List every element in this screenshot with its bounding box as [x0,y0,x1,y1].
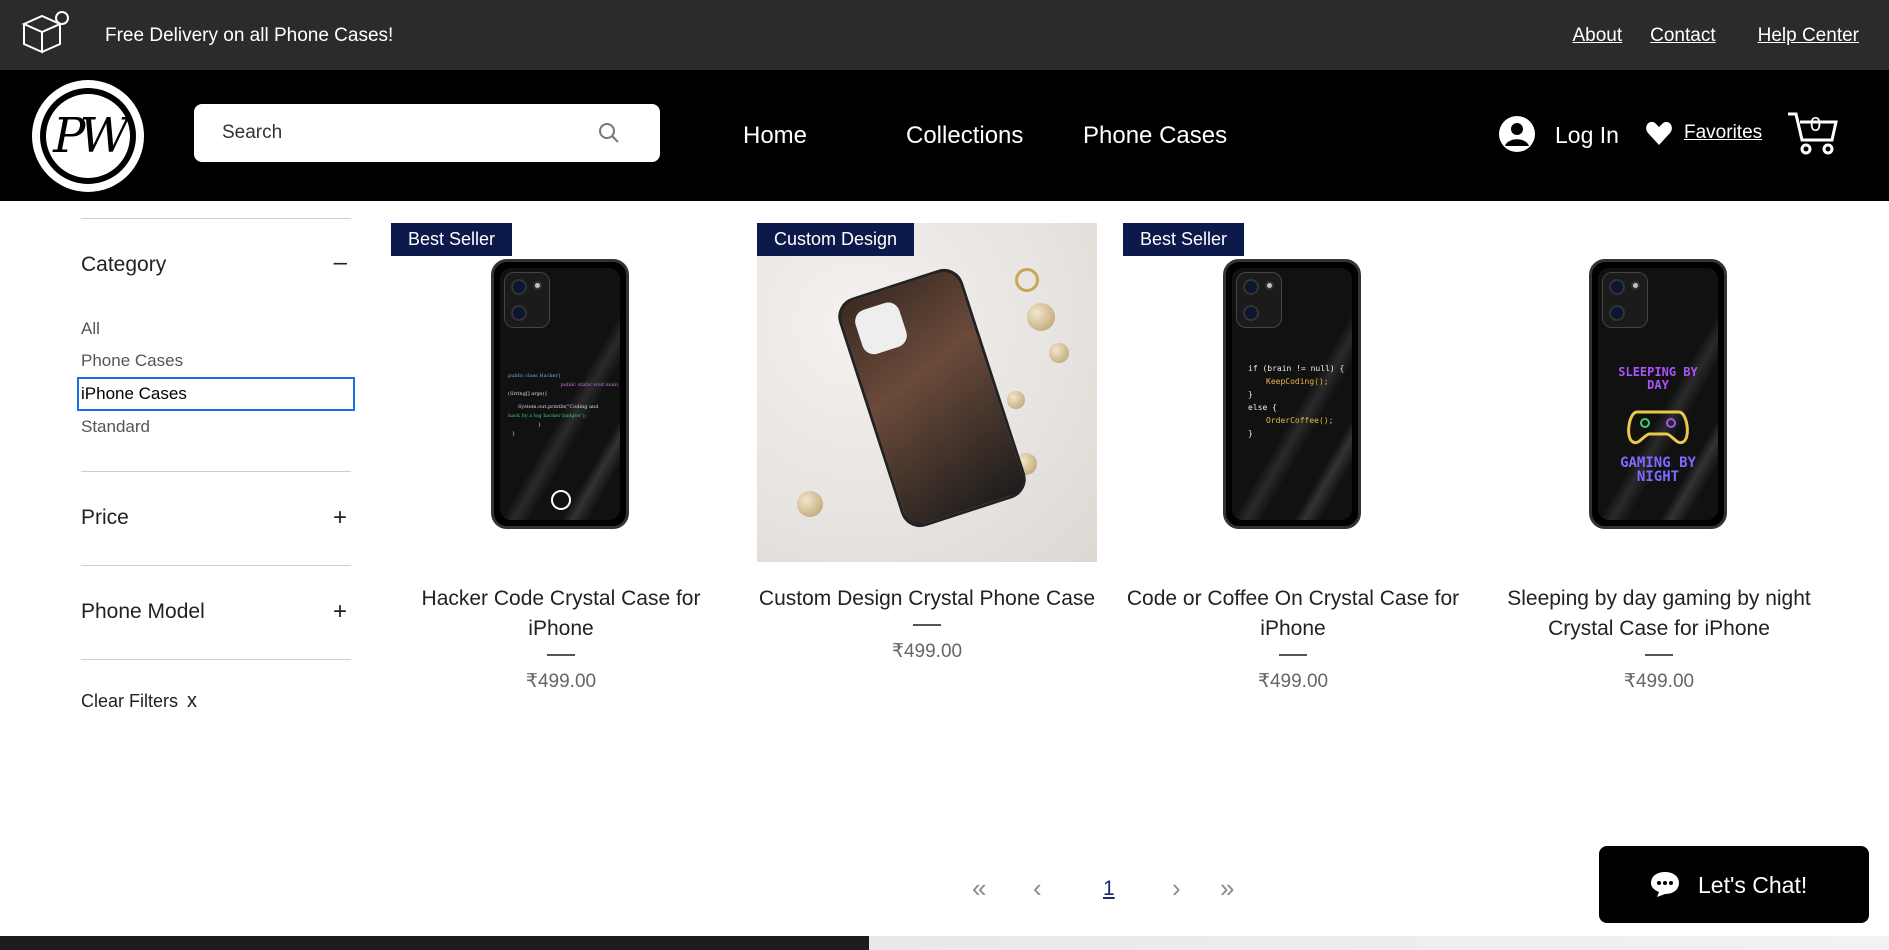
footer-strip [0,936,1889,950]
announcement-bar: Free Delivery on all Phone Cases! About … [0,0,1889,70]
logo-mark: PW [40,88,136,184]
expand-icon[interactable]: + [333,504,347,532]
clear-filters-button[interactable]: Clear Filters x [81,690,351,713]
divider [547,654,575,656]
last-page-button[interactable]: » [1220,873,1234,904]
phone-model-filter-title: Phone Model [81,600,205,623]
product-name[interactable]: Sleeping by day gaming by night Crystal … [1489,584,1829,644]
first-page-button[interactable]: « [972,873,986,904]
product-card[interactable]: SLEEPING BY DAY GAMING BY NIGHT Sleeping… [1489,223,1829,693]
divider [81,659,351,660]
nav-collections[interactable]: Collections [906,122,1023,150]
chat-label: Let's Chat! [1698,872,1808,898]
top-links: About Contact Help Center [1572,25,1859,47]
promo-text: Free Delivery on all Phone Cases! [105,25,394,46]
divider [1645,654,1673,656]
search-bar [194,104,660,162]
phone-case-image: if (brain != null) { KeepCoding(); } els… [1223,259,1361,529]
chat-button[interactable]: Let's Chat! [1599,846,1869,923]
expand-icon[interactable]: + [333,598,347,626]
contact-link[interactable]: Contact [1650,25,1715,47]
case-art-code: public class Hacker{ public static void … [508,373,618,437]
product-name[interactable]: Hacker Code Crystal Case for iPhone [391,584,731,644]
product-image[interactable]: Best Seller if (brain != null) { KeepCod… [1123,223,1463,562]
category-filter-title: Category [81,253,167,276]
prev-page-button[interactable]: ‹ [1033,873,1042,904]
category-option-iphone-cases[interactable]: iPhone Cases [77,377,355,411]
phone-model-filter-header[interactable]: Phone Model + [81,566,351,659]
phone-case-image: SLEEPING BY DAY GAMING BY NIGHT [1589,259,1727,529]
logo[interactable]: PW [32,80,144,192]
user-icon[interactable] [1498,115,1536,153]
case-art-text-bottom: GAMING BY NIGHT [1620,455,1696,485]
product-price: ₹499.00 [1623,671,1695,692]
login-button[interactable]: Log In [1555,122,1619,149]
category-option-phone-cases[interactable]: Phone Cases [81,345,351,377]
product-price: ₹499.00 [891,641,963,662]
divider [913,624,941,626]
product-name[interactable]: Code or Coffee On Crystal Case for iPhon… [1123,584,1463,644]
product-image[interactable]: Best Seller public class Hacker{ public … [391,223,731,562]
close-icon: x [187,690,198,712]
next-page-button[interactable]: › [1172,873,1181,904]
gamepad-icon [1627,410,1689,445]
product-badge: Best Seller [391,223,513,256]
category-option-standard[interactable]: Standard [81,411,351,443]
category-option-all[interactable]: All [81,313,351,345]
pw-logo-icon [551,490,571,510]
package-icon [21,11,69,54]
site-header: PW Home Collections Phone Cases Log In F… [0,70,1889,201]
cart-count: 0 [1810,114,1822,136]
product-price: ₹499.00 [1257,671,1329,692]
product-image[interactable]: Custom Design [757,223,1097,562]
product-badge: Best Seller [1123,223,1245,256]
help-center-link[interactable]: Help Center [1758,25,1859,47]
price-filter-title: Price [81,506,129,529]
custom-case-photo [757,223,1097,562]
price-filter-header[interactable]: Price + [81,472,351,565]
about-link[interactable]: About [1572,25,1622,47]
nav-home[interactable]: Home [743,122,807,150]
case-art-text-top: SLEEPING BY DAY [1618,365,1698,392]
nav-phone-cases[interactable]: Phone Cases [1083,122,1227,150]
product-image[interactable]: SLEEPING BY DAY GAMING BY NIGHT [1489,223,1829,562]
search-icon[interactable] [598,122,620,144]
product-price: ₹499.00 [525,671,597,692]
page-number-link[interactable]: 1 [1103,877,1115,901]
filter-sidebar: Category – All Phone Cases iPhone Cases … [77,218,355,713]
phone-case-image: public class Hacker{ public static void … [491,259,629,529]
product-badge: Custom Design [757,223,915,256]
category-filter-header[interactable]: Category – [81,219,351,293]
product-name[interactable]: Custom Design Crystal Phone Case [757,584,1097,614]
favorites-link[interactable]: Favorites [1684,122,1762,144]
collapse-icon[interactable]: – [334,249,347,277]
clear-filters-label: Clear Filters [81,691,179,711]
heart-icon[interactable] [1645,120,1673,146]
product-card[interactable]: Best Seller public class Hacker{ public … [391,223,731,693]
case-art-code: if (brain != null) { KeepCoding(); } els… [1248,364,1345,438]
search-input[interactable] [220,104,600,162]
divider [1279,654,1307,656]
category-list: All Phone Cases iPhone Cases Standard [77,313,355,443]
product-card[interactable]: Custom Design Custom Design Crystal Phon… [757,223,1097,663]
chat-bubble-icon [1651,872,1679,897]
product-card[interactable]: Best Seller if (brain != null) { KeepCod… [1123,223,1463,693]
